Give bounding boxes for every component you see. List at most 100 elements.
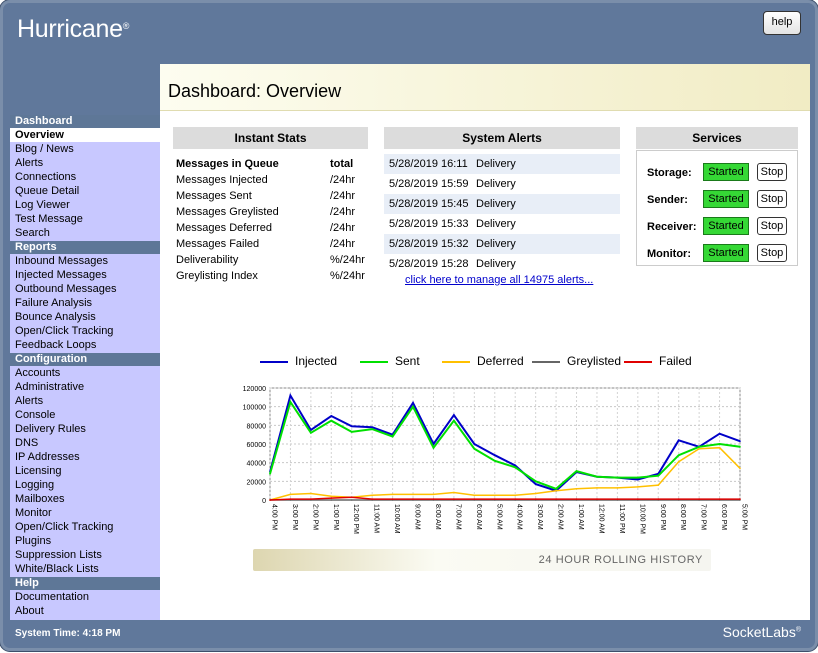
service-stop-button[interactable]: Stop bbox=[757, 217, 787, 235]
data-point-sent bbox=[677, 454, 680, 456]
stat-label: Greylisting Index bbox=[176, 270, 258, 282]
alert-date: 5/28/2019 16:11 bbox=[389, 158, 468, 170]
alert-row[interactable]: 5/28/2019 15:33 Delivery bbox=[384, 214, 620, 234]
service-started-button[interactable]: Started bbox=[703, 190, 749, 208]
service-started-button[interactable]: Started bbox=[703, 244, 749, 262]
plot-area bbox=[269, 387, 741, 501]
data-point-injected bbox=[677, 439, 680, 442]
sidebar-item-alerts[interactable]: Alerts bbox=[10, 156, 160, 170]
sidebar-item-open-click-tracking[interactable]: Open/Click Tracking bbox=[10, 520, 160, 534]
sidebar-item-console[interactable]: Console bbox=[10, 408, 160, 422]
sidebar-item-ip-addresses[interactable]: IP Addresses bbox=[10, 450, 160, 464]
service-started-button[interactable]: Started bbox=[703, 217, 749, 235]
data-point-sent bbox=[371, 428, 373, 430]
sidebar-item-blog-news[interactable]: Blog / News bbox=[10, 142, 160, 156]
stat-value: total bbox=[330, 158, 354, 170]
stat-label: Messages Deferred bbox=[176, 222, 272, 234]
service-name: Sender: bbox=[647, 194, 688, 206]
sidebar-item-alerts[interactable]: Alerts bbox=[10, 394, 160, 408]
service-stop-button[interactable]: Stop bbox=[757, 190, 787, 208]
sidebar-item-overview[interactable]: Overview bbox=[10, 128, 160, 142]
sidebar-item-licensing[interactable]: Licensing bbox=[10, 464, 160, 478]
sidebar-item-failure-analysis[interactable]: Failure Analysis bbox=[10, 296, 160, 310]
alert-row[interactable]: 5/28/2019 15:32 Delivery bbox=[384, 234, 620, 254]
x-tick-label: 2:00 PM bbox=[311, 504, 318, 530]
sidebar-item-white-black-lists[interactable]: White/Black Lists bbox=[10, 562, 160, 576]
help-button[interactable]: help bbox=[763, 11, 801, 35]
sidebar-item-inbound-messages[interactable]: Inbound Messages bbox=[10, 254, 160, 268]
app-window: Hurricane® help Dashboard Overview Blog / … bbox=[0, 0, 818, 651]
rolling-history-label: 24 HOUR ROLLING HISTORY bbox=[253, 549, 711, 571]
data-point-deferred bbox=[330, 495, 333, 498]
manage-alerts-link[interactable]: click here to manage all 14975 alerts... bbox=[405, 274, 593, 286]
data-point-sent bbox=[269, 473, 271, 475]
sidebar-item-queue-detail[interactable]: Queue Detail bbox=[10, 184, 160, 198]
service-stop-button[interactable]: Stop bbox=[757, 163, 787, 181]
x-tick-label: 10:00 AM bbox=[393, 504, 400, 534]
data-point-sent bbox=[391, 435, 394, 438]
sidebar-item-mailboxes[interactable]: Mailboxes bbox=[10, 492, 160, 506]
y-tick-label: 0 bbox=[262, 498, 266, 505]
data-point-deferred bbox=[596, 487, 598, 489]
legend-swatch bbox=[624, 360, 652, 363]
data-point-sent bbox=[330, 419, 333, 422]
alert-row[interactable]: 5/28/2019 15:28 Delivery bbox=[384, 254, 620, 274]
sidebar-item-test-message[interactable]: Test Message bbox=[10, 212, 160, 226]
data-point-failed bbox=[453, 498, 455, 500]
sidebar-item-bounce-analysis[interactable]: Bounce Analysis bbox=[10, 310, 160, 324]
sidebar-item-log-viewer[interactable]: Log Viewer bbox=[10, 198, 160, 212]
stat-row: Messages in Queue total bbox=[173, 156, 368, 172]
alert-row[interactable]: 5/28/2019 16:11 Delivery bbox=[384, 154, 620, 174]
x-tick-label: 11:00 PM bbox=[618, 504, 625, 534]
stat-value: %/24hr bbox=[330, 254, 365, 266]
data-point-deferred bbox=[718, 446, 721, 449]
data-point-deferred bbox=[494, 494, 496, 497]
sidebar-item-documentation[interactable]: Documentation bbox=[10, 590, 160, 604]
sidebar-item-connections[interactable]: Connections bbox=[10, 170, 160, 184]
services-panel: Storage: Started Stop Sender: Started Stop Rec… bbox=[636, 150, 798, 266]
sidebar-item-outbound-messages[interactable]: Outbound Messages bbox=[10, 282, 160, 296]
sidebar-item-accounts[interactable]: Accounts bbox=[10, 366, 160, 380]
data-point-deferred bbox=[616, 487, 619, 489]
x-tick-label: 3:00 AM bbox=[536, 504, 543, 530]
data-point-deferred bbox=[453, 491, 455, 494]
data-point-deferred bbox=[473, 494, 476, 497]
service-row-storage: Storage: Started Stop bbox=[637, 163, 797, 183]
sidebar-item-dns[interactable]: DNS bbox=[10, 436, 160, 450]
service-stop-button[interactable]: Stop bbox=[757, 244, 787, 262]
sidebar-item-administrative[interactable]: Administrative bbox=[10, 380, 160, 394]
legend-label: Greylisted bbox=[567, 354, 622, 368]
service-row-receiver: Receiver: Started Stop bbox=[637, 217, 797, 237]
x-tick-label: 3:00 PM bbox=[291, 504, 298, 530]
sidebar-item-suppression-lists[interactable]: Suppression Lists bbox=[10, 548, 160, 562]
data-point-failed bbox=[350, 496, 353, 498]
data-point-failed bbox=[677, 498, 680, 500]
sidebar-item-plugins[interactable]: Plugins bbox=[10, 534, 160, 548]
data-point-deferred bbox=[412, 493, 414, 496]
service-started-button[interactable]: Started bbox=[703, 163, 749, 181]
sidebar-item-injected-messages[interactable]: Injected Messages bbox=[10, 268, 160, 282]
sidebar-item-monitor[interactable]: Monitor bbox=[10, 506, 160, 520]
sidebar-item-search[interactable]: Search bbox=[10, 226, 160, 240]
data-point-sent bbox=[616, 476, 619, 479]
sidebar-item-logging[interactable]: Logging bbox=[10, 478, 160, 492]
alert-type: Delivery bbox=[476, 258, 516, 270]
alert-type: Delivery bbox=[476, 218, 516, 230]
x-tick-label: 1:00 AM bbox=[577, 504, 584, 530]
alert-row[interactable]: 5/28/2019 15:59 Delivery bbox=[384, 174, 620, 194]
data-point-sent bbox=[289, 401, 292, 403]
sidebar-item-about[interactable]: About bbox=[10, 604, 160, 618]
x-tick-label: 11:00 AM bbox=[373, 504, 380, 533]
stat-row: Deliverability %/24hr bbox=[173, 252, 368, 268]
data-point-injected bbox=[718, 432, 721, 435]
sidebar-item-feedback-loops[interactable]: Feedback Loops bbox=[10, 338, 160, 352]
data-point-deferred bbox=[289, 493, 292, 496]
sidebar-item-delivery-rules[interactable]: Delivery Rules bbox=[10, 422, 160, 436]
alert-type: Delivery bbox=[476, 238, 516, 250]
sidebar-item-open-click-tracking[interactable]: Open/Click Tracking bbox=[10, 324, 160, 338]
legend-greylisted: Greylisted bbox=[532, 354, 621, 368]
legend-swatch bbox=[442, 360, 470, 363]
alert-row[interactable]: 5/28/2019 15:45 Delivery bbox=[384, 194, 620, 214]
data-point-greylisted bbox=[350, 499, 353, 501]
legend-sent: Sent bbox=[360, 354, 420, 368]
